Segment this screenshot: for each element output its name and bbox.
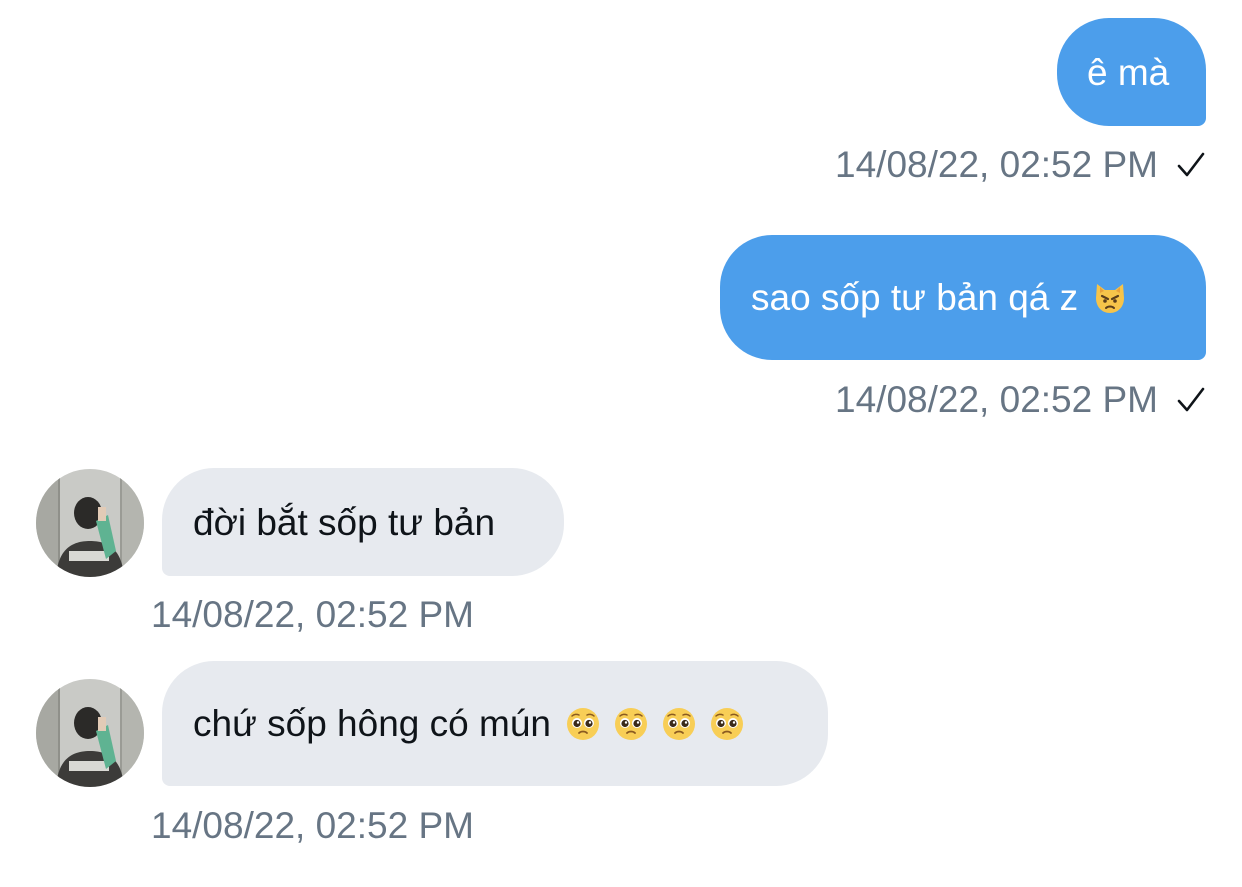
message-text: đời bắt sốp tư bản	[193, 501, 496, 543]
message-meta: 14/08/22, 02:52 PM	[835, 146, 1206, 183]
message-text: ê mà	[1087, 51, 1170, 93]
check-icon	[1177, 152, 1205, 176]
pouting-cat-emoji	[1096, 283, 1125, 313]
message-text: chứ sốp hông có mún	[193, 703, 551, 744]
message-timestamp: 14/08/22, 02:52 PM	[835, 144, 1158, 185]
contact-avatar[interactable]	[36, 469, 144, 577]
outgoing-message-bubble[interactable]: ê mà	[1057, 18, 1206, 126]
incoming-message-bubble[interactable]: đời bắt sốp tư bản	[162, 468, 564, 576]
pleading-face-emoji	[711, 707, 743, 740]
message-timestamp: 14/08/22, 02:52 PM	[835, 379, 1158, 420]
message-text: sao sốp tư bản qá z	[751, 277, 1079, 318]
message-thread: ê mà 14/08/22, 02:52 PM sao sốp tư bản q…	[0, 0, 1242, 887]
outgoing-message-bubble[interactable]: sao sốp tư bản qá z	[720, 235, 1206, 360]
message-meta: 14/08/22, 02:52 PM	[835, 381, 1206, 418]
avatar-photo	[36, 469, 144, 577]
incoming-message-bubble[interactable]: chứ sốp hông có mún	[162, 661, 828, 786]
message-timestamp: 14/08/22, 02:52 PM	[151, 805, 474, 846]
pleading-face-emoji	[615, 707, 647, 740]
contact-avatar[interactable]	[36, 679, 144, 787]
check-icon	[1177, 387, 1205, 411]
message-timestamp: 14/08/22, 02:52 PM	[151, 594, 474, 635]
pleading-face-emoji	[567, 707, 599, 740]
avatar-photo	[36, 679, 144, 787]
pleading-face-emoji	[663, 707, 695, 740]
